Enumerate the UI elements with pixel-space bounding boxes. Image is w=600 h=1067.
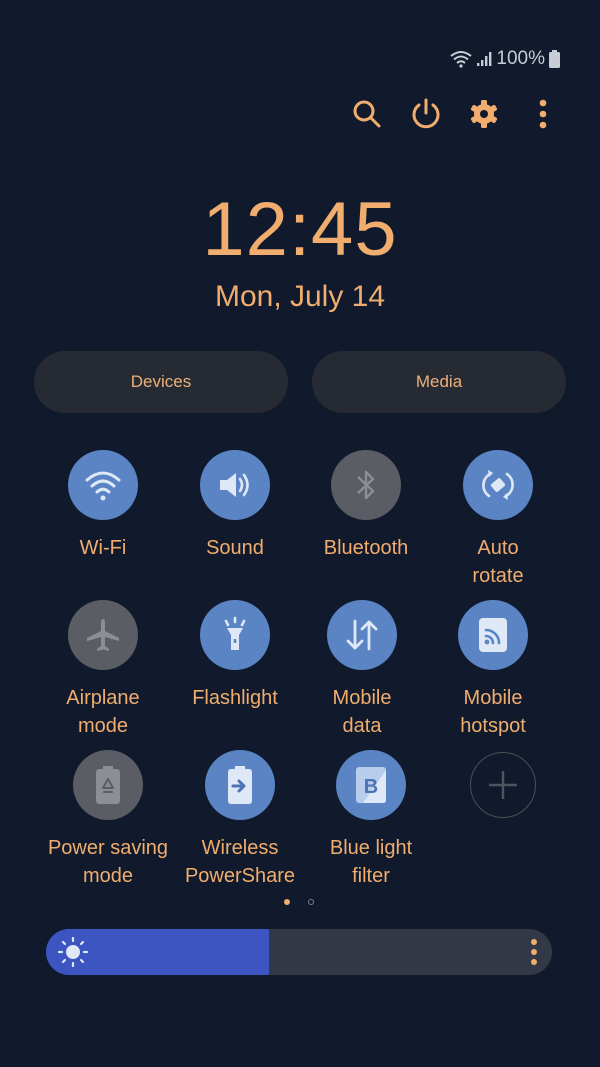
add-tile-circle[interactable] [470, 752, 536, 818]
powershare-icon [228, 766, 252, 804]
mobile-data-icon [346, 619, 378, 651]
tile-blue-light-filter[interactable]: B Blue light filter [306, 750, 436, 890]
tile-blue-light-filter-toggle[interactable]: B [336, 750, 406, 820]
clock-date[interactable]: Mon, July 14 [0, 280, 600, 314]
tile-flashlight[interactable]: Flashlight [170, 600, 300, 712]
tile-wireless-powershare-toggle[interactable] [205, 750, 275, 820]
gear-icon [471, 100, 498, 128]
power-icon [412, 98, 440, 129]
flashlight-icon [224, 616, 246, 650]
more-dot [531, 939, 537, 945]
tile-auto-rotate[interactable]: Auto rotate [433, 450, 563, 590]
settings-button[interactable] [467, 97, 501, 131]
auto-rotate-icon [482, 470, 514, 500]
brightness-more-button[interactable] [530, 939, 538, 965]
tile-label: Auto rotate [472, 537, 524, 587]
tile-bluetooth-toggle[interactable] [331, 450, 401, 520]
svg-text:B: B [364, 776, 378, 798]
page-dot-inactive[interactable] [308, 899, 314, 905]
power-button[interactable] [409, 97, 443, 131]
tile-label: Airplane mode [66, 687, 140, 737]
wifi-icon [85, 471, 121, 501]
tile-bluetooth[interactable]: Bluetooth [301, 450, 431, 562]
power-saving-icon [96, 766, 120, 804]
tile-label: Wi-Fi [79, 537, 127, 559]
bluetooth-icon [357, 470, 375, 500]
blue-light-filter-icon: B [356, 767, 386, 803]
page-dot-active[interactable] [284, 899, 290, 905]
tile-auto-rotate-toggle[interactable] [463, 450, 533, 520]
tile-sound-toggle[interactable] [200, 450, 270, 520]
clock-time[interactable]: 12:45 [0, 186, 600, 273]
brightness-sun-icon [57, 936, 89, 968]
tile-mobile-hotspot[interactable]: Mobile hotspot [428, 600, 558, 740]
tile-label: Sound [206, 537, 264, 559]
media-label: Media [415, 372, 463, 391]
media-button[interactable]: Media [312, 351, 566, 413]
battery-icon [549, 50, 560, 68]
brightness-slider[interactable] [46, 929, 552, 975]
more-dot [531, 959, 537, 965]
search-icon [353, 100, 381, 128]
signal-icon [477, 52, 492, 66]
tile-label: Wireless PowerShare [184, 837, 296, 887]
battery-percentage: 100% [496, 48, 545, 69]
tile-label: Power saving mode [47, 837, 169, 887]
status-bar: 100% [450, 48, 560, 70]
tile-sound[interactable]: Sound [170, 450, 300, 562]
tile-wifi[interactable]: Wi-Fi [38, 450, 168, 562]
tile-label: Blue light filter [329, 837, 413, 887]
tile-label: Mobile hotspot [460, 687, 526, 737]
devices-button[interactable]: Devices [34, 351, 288, 413]
tile-mobile-hotspot-toggle[interactable] [458, 600, 528, 670]
plus-icon [489, 771, 517, 799]
tile-label: Bluetooth [323, 537, 409, 559]
tile-power-saving-mode-toggle[interactable] [73, 750, 143, 820]
add-tile-button[interactable] [438, 752, 568, 818]
tile-airplane-mode-toggle[interactable] [68, 600, 138, 670]
wifi-icon [450, 51, 473, 68]
tile-wireless-powershare[interactable]: Wireless PowerShare [175, 750, 305, 890]
airplane-icon [87, 619, 119, 651]
sound-icon [220, 473, 249, 497]
devices-label: Devices [130, 372, 192, 391]
tile-airplane-mode[interactable]: Airplane mode [38, 600, 168, 740]
tile-flashlight-toggle[interactable] [200, 600, 270, 670]
tile-mobile-data[interactable]: Mobile data [297, 600, 427, 740]
tile-mobile-data-toggle[interactable] [327, 600, 397, 670]
header-actions [350, 95, 560, 133]
tile-wifi-toggle[interactable] [68, 450, 138, 520]
tile-power-saving-mode[interactable]: Power saving mode [43, 750, 173, 890]
hotspot-icon [479, 618, 507, 652]
more-options-button[interactable] [526, 97, 560, 131]
more-vertical-icon [539, 99, 547, 129]
page-indicator [284, 899, 314, 905]
more-dot [531, 949, 537, 955]
search-button[interactable] [350, 97, 384, 131]
tile-label: Mobile data [332, 687, 392, 737]
tile-label: Flashlight [192, 687, 278, 709]
